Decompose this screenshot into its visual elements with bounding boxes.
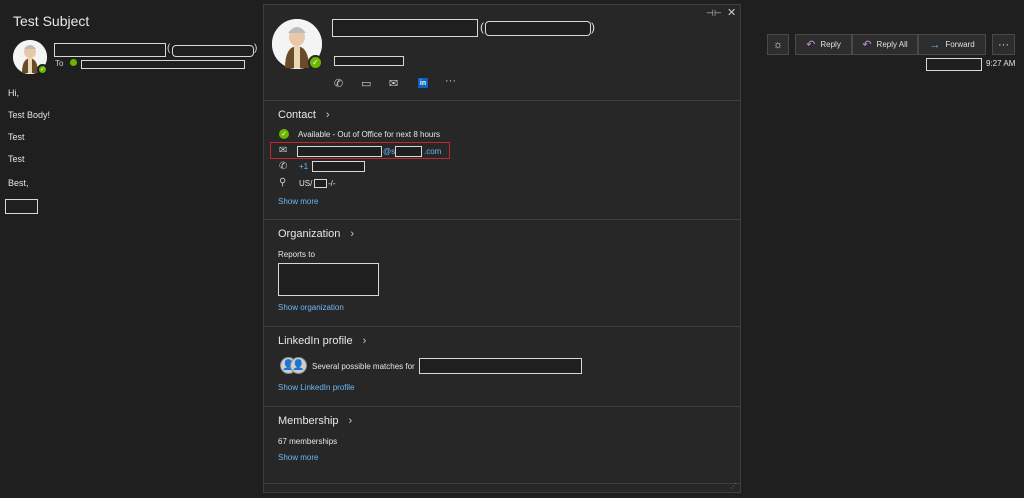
email-domain-redacted bbox=[395, 146, 422, 157]
date-redacted bbox=[926, 58, 982, 71]
body-line-closing: Best, bbox=[8, 178, 29, 188]
chevron-right-icon: › bbox=[350, 228, 355, 240]
contact-title-redacted bbox=[334, 56, 404, 66]
chevron-right-icon: › bbox=[362, 335, 367, 347]
body-line-test-2: Test bbox=[8, 154, 25, 164]
phone-number-redacted bbox=[312, 161, 365, 172]
forward-button[interactable]: → Forward bbox=[918, 34, 986, 55]
resize-grip-icon[interactable]: ⋰ bbox=[730, 482, 737, 490]
reply-all-button[interactable]: ↶ Reply All bbox=[852, 34, 918, 55]
forward-label: Forward bbox=[945, 40, 975, 49]
location-country: US/ bbox=[299, 179, 313, 188]
received-time: 9:27 AM bbox=[986, 59, 1016, 68]
linkedin-heading: LinkedIn profile bbox=[278, 335, 353, 347]
email-tld-text[interactable]: .com bbox=[424, 147, 441, 156]
recipient-presence-icon bbox=[70, 59, 77, 66]
chat-icon[interactable]: ▭ bbox=[361, 77, 371, 90]
contact-alias-redacted bbox=[485, 21, 591, 36]
location-suffix: -/- bbox=[328, 179, 336, 188]
sender-avatar[interactable]: ✓ bbox=[13, 40, 48, 75]
linkedin-matches-text: Several possible matches for bbox=[312, 362, 415, 371]
membership-section-header[interactable]: Membership › bbox=[278, 415, 352, 427]
available-status-icon: ✓ bbox=[279, 129, 289, 139]
email-icon: ✉ bbox=[279, 145, 288, 156]
more-actions-button[interactable]: ··· bbox=[992, 34, 1015, 55]
chevron-right-icon: › bbox=[325, 109, 330, 121]
contact-presence-icon: ✓ bbox=[308, 55, 323, 70]
body-line-body: Test Body! bbox=[8, 110, 51, 120]
sender-paren-close: ) bbox=[254, 43, 258, 54]
sender-email-redacted bbox=[172, 45, 254, 57]
contact-show-more-link[interactable]: Show more bbox=[278, 197, 318, 206]
sender-paren-open: ( bbox=[167, 43, 171, 54]
show-organization-link[interactable]: Show organization bbox=[278, 303, 344, 312]
location-redacted bbox=[314, 179, 327, 188]
body-line-test-1: Test bbox=[8, 132, 25, 142]
email-at-text[interactable]: @s bbox=[383, 147, 395, 156]
organization-heading: Organization bbox=[278, 228, 341, 240]
phone-icon[interactable]: ✆ bbox=[334, 77, 343, 90]
contact-avatar: ✓ bbox=[272, 19, 323, 70]
show-linkedin-profile-link[interactable]: Show LinkedIn profile bbox=[278, 383, 355, 392]
reports-to-label: Reports to bbox=[278, 250, 315, 259]
reply-arrow-icon: ↶ bbox=[806, 39, 816, 51]
contact-section-header[interactable]: Contact › bbox=[278, 109, 330, 121]
manager-card-redacted[interactable] bbox=[278, 263, 379, 296]
membership-heading: Membership bbox=[278, 415, 339, 427]
pin-icon[interactable]: ⊣⊢ bbox=[706, 8, 722, 19]
reply-label: Reply bbox=[820, 40, 841, 49]
signature-redacted bbox=[5, 199, 38, 214]
close-icon[interactable]: ✕ bbox=[727, 6, 736, 19]
phone-prefix[interactable]: +1 bbox=[299, 162, 308, 171]
recipient-redacted[interactable] bbox=[81, 60, 245, 69]
contact-paren-open: ( bbox=[480, 20, 484, 34]
forward-arrow-icon: → bbox=[929, 38, 941, 51]
organization-section-header[interactable]: Organization › bbox=[278, 228, 354, 240]
sun-icon: ☼ bbox=[772, 38, 784, 51]
contact-card: ⊣⊢ ✕ ✓ ( ) ✆ ▭ ✉ in ··· Contact › ✓ Avail… bbox=[263, 4, 741, 493]
divider-contact bbox=[264, 100, 740, 101]
sender-name-redacted bbox=[54, 43, 166, 57]
membership-show-more-link[interactable]: Show more bbox=[278, 453, 318, 462]
more-options-icon[interactable]: ··· bbox=[445, 75, 456, 87]
presence-available-icon: ✓ bbox=[37, 64, 48, 75]
linkedin-icon[interactable]: in bbox=[418, 78, 428, 88]
divider-organization bbox=[264, 219, 740, 220]
divider-linkedin bbox=[264, 326, 740, 327]
phone-row-icon: ✆ bbox=[279, 161, 288, 172]
linkedin-matches-avatars: 👤 👤 bbox=[280, 357, 308, 375]
contact-heading: Contact bbox=[278, 109, 316, 121]
reply-all-arrow-icon: ↶ bbox=[862, 39, 872, 51]
linkedin-name-redacted bbox=[419, 358, 582, 374]
person-icon: 👤 bbox=[290, 357, 307, 374]
contact-name-redacted bbox=[332, 19, 478, 37]
reply-button[interactable]: ↶ Reply bbox=[795, 34, 852, 55]
mail-icon[interactable]: ✉ bbox=[389, 77, 398, 90]
email-user-redacted bbox=[297, 146, 382, 157]
linkedin-section-header[interactable]: LinkedIn profile › bbox=[278, 335, 366, 347]
divider-membership bbox=[264, 406, 740, 407]
membership-count: 67 memberships bbox=[278, 437, 338, 446]
sensitivity-button[interactable]: ☼ bbox=[767, 34, 789, 55]
chevron-right-icon: › bbox=[348, 415, 353, 427]
availability-status: Available - Out of Office for next 8 hou… bbox=[298, 130, 440, 139]
body-line-greeting: Hi, bbox=[8, 88, 19, 98]
more-dots-icon: ··· bbox=[998, 38, 1009, 51]
location-pin-icon: ⚲ bbox=[279, 177, 287, 188]
contact-paren-close: ) bbox=[591, 20, 595, 34]
reply-all-label: Reply All bbox=[876, 40, 908, 49]
divider-bottom bbox=[264, 483, 740, 484]
to-label: To bbox=[55, 59, 64, 68]
message-subject: Test Subject bbox=[13, 13, 90, 29]
